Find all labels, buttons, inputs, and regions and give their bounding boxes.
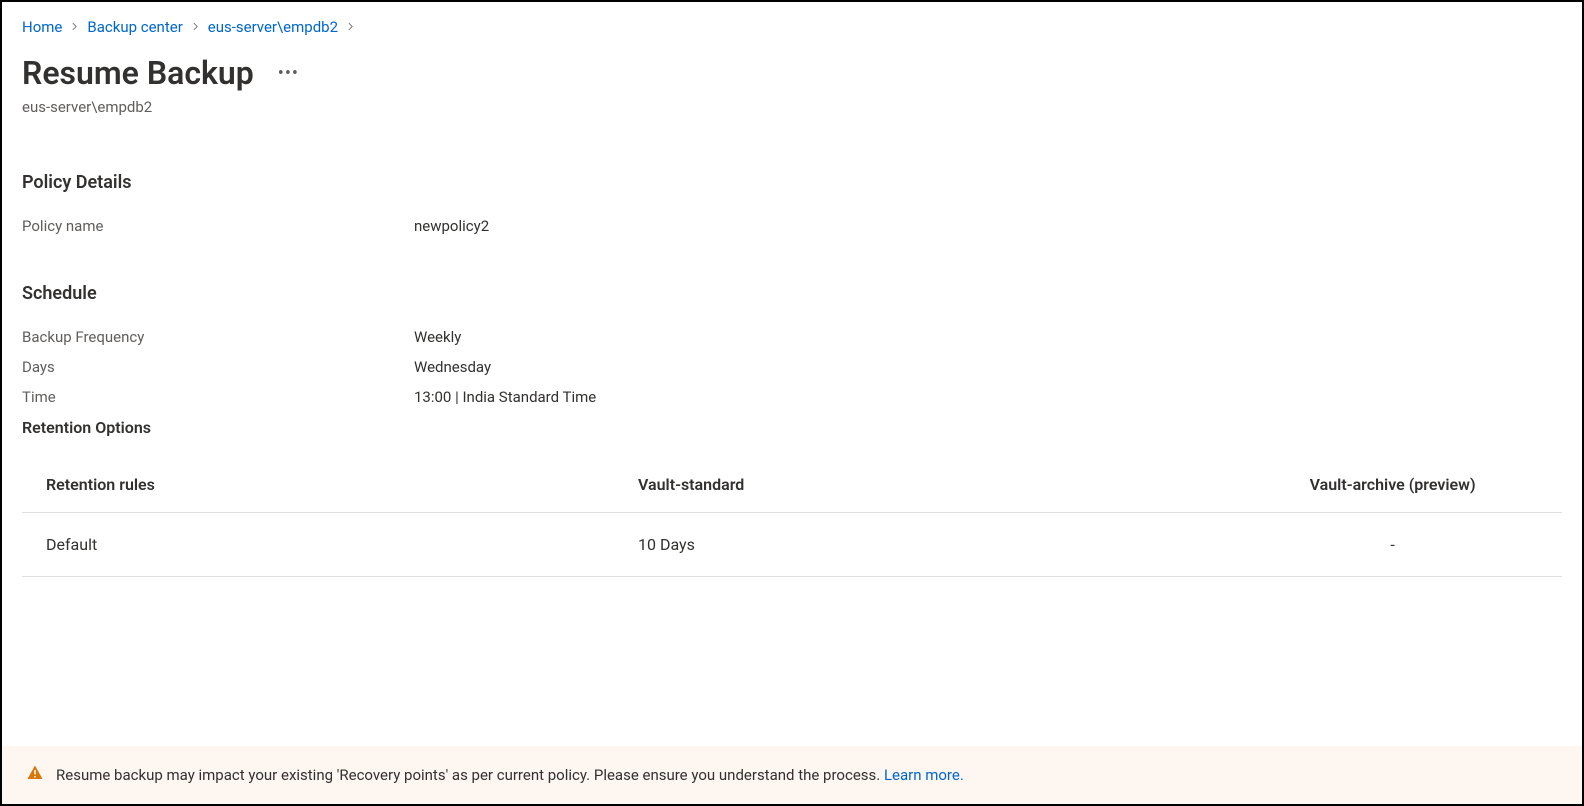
schedule-section: Schedule Backup Frequency Weekly Days We… (22, 283, 1562, 577)
table-row: Default 10 Days - (22, 513, 1562, 577)
retention-rule-name: Default (22, 513, 638, 577)
backup-frequency-label: Backup Frequency (22, 328, 414, 346)
retention-options-heading: Retention Options (22, 418, 1562, 437)
warning-banner: Resume backup may impact your existing '… (2, 746, 1582, 804)
retention-rules-header: Retention rules (22, 461, 638, 513)
vault-archive-header: Vault-archive (preview) (1223, 461, 1562, 513)
days-value: Wednesday (414, 358, 491, 376)
time-value: 13:00 | India Standard Time (414, 388, 596, 406)
page-title: Resume Backup (22, 54, 254, 92)
warning-icon (26, 764, 44, 786)
retention-vault-archive: - (1223, 513, 1562, 577)
retention-vault-standard: 10 Days (638, 513, 1223, 577)
breadcrumb-backup-center[interactable]: Backup center (87, 18, 182, 36)
warning-text: Resume backup may impact your existing '… (56, 766, 964, 784)
policy-name-row: Policy name newpolicy2 (22, 217, 1562, 235)
schedule-heading: Schedule (22, 283, 1562, 304)
backup-frequency-value: Weekly (414, 328, 461, 346)
chevron-right-icon (191, 19, 200, 35)
more-icon[interactable]: ••• (278, 63, 299, 84)
time-label: Time (22, 388, 414, 406)
days-row: Days Wednesday (22, 358, 1562, 376)
backup-frequency-row: Backup Frequency Weekly (22, 328, 1562, 346)
days-label: Days (22, 358, 414, 376)
chevron-right-icon (70, 19, 79, 35)
policy-name-value: newpolicy2 (414, 217, 489, 235)
time-row: Time 13:00 | India Standard Time (22, 388, 1562, 406)
policy-name-label: Policy name (22, 217, 414, 235)
vault-standard-header: Vault-standard (638, 461, 1223, 513)
page-header: Resume Backup ••• (22, 54, 1562, 92)
breadcrumb-home[interactable]: Home (22, 18, 62, 36)
breadcrumb-resource[interactable]: eus-server\empdb2 (208, 18, 338, 36)
page-subtitle: eus-server\empdb2 (22, 98, 1562, 116)
learn-more-link[interactable]: Learn more. (884, 766, 964, 784)
policy-details-section: Policy Details Policy name newpolicy2 (22, 172, 1562, 235)
retention-table: Retention rules Vault-standard Vault-arc… (22, 461, 1562, 577)
chevron-right-icon (346, 19, 355, 35)
breadcrumb: Home Backup center eus-server\empdb2 (22, 18, 1562, 36)
policy-details-heading: Policy Details (22, 172, 1562, 193)
warning-message: Resume backup may impact your existing '… (56, 766, 884, 784)
